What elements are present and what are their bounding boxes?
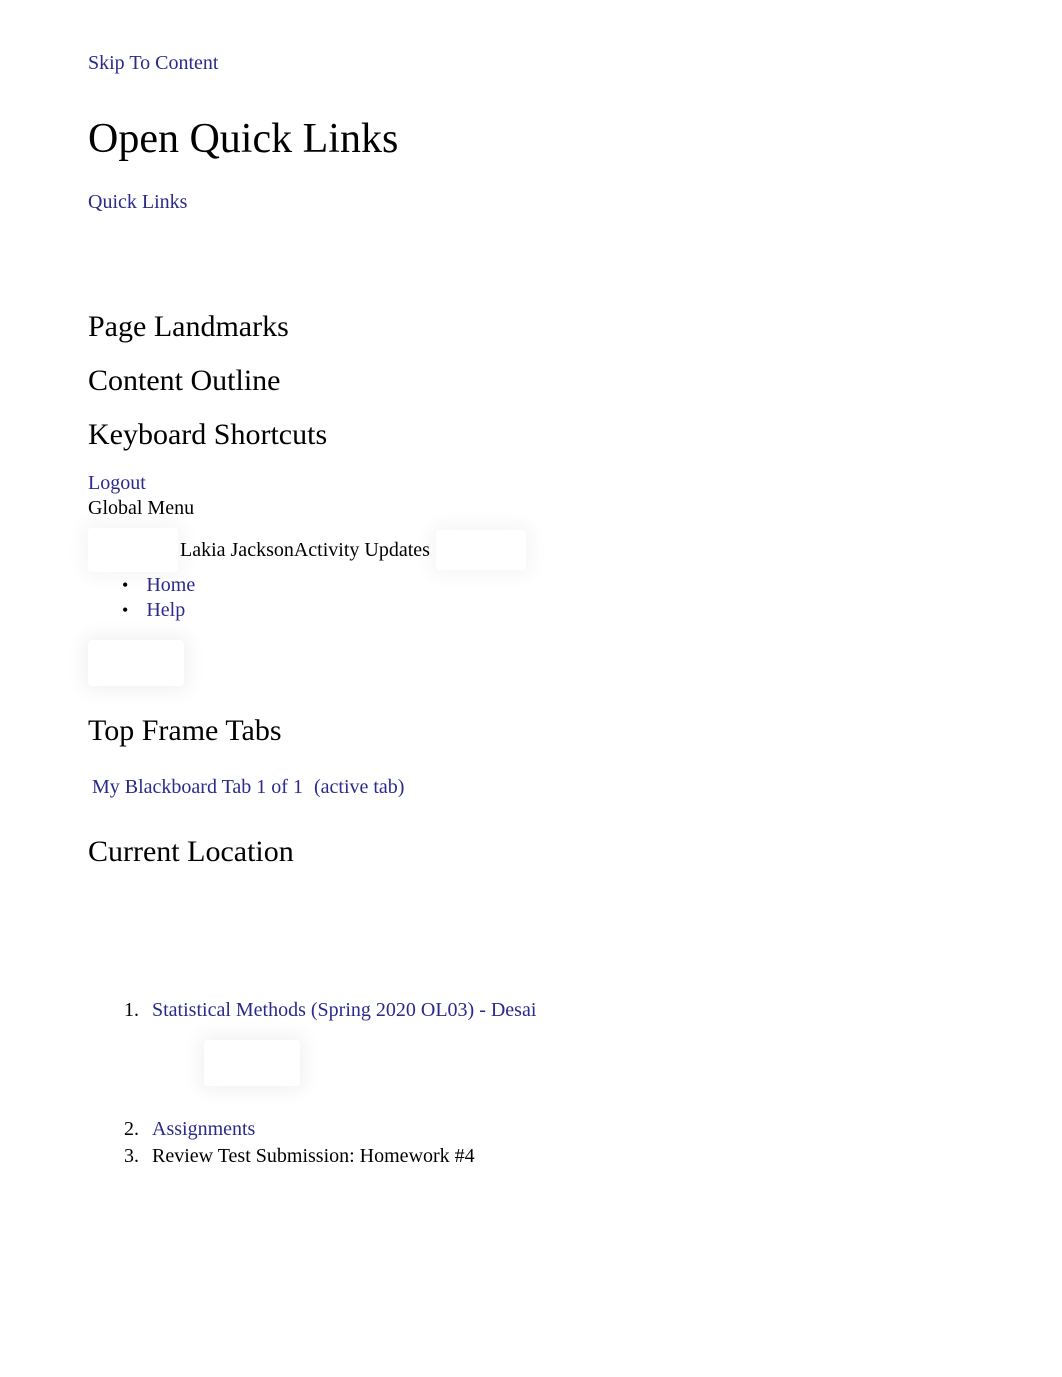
quick-links-link[interactable]: Quick Links — [88, 191, 187, 214]
placeholder-box-nested — [204, 1040, 300, 1086]
breadcrumb-list: Statistical Methods (Spring 2020 OL03) -… — [144, 999, 974, 1168]
current-location-heading: Current Location — [88, 835, 974, 869]
logout-link[interactable]: Logout — [88, 472, 974, 495]
placeholder-box-left — [88, 528, 178, 572]
activity-updates-text: Activity Updates — [294, 539, 430, 562]
assignments-link[interactable]: Assignments — [152, 1118, 255, 1140]
top-frame-tabs-heading: Top Frame Tabs — [88, 714, 974, 748]
breadcrumb-item-course: Statistical Methods (Spring 2020 OL03) -… — [144, 999, 974, 1086]
nav-item-home: Home — [122, 574, 974, 597]
page-landmarks-heading: Page Landmarks — [88, 310, 974, 344]
open-quick-links-heading: Open Quick Links — [88, 115, 974, 163]
keyboard-shortcuts-heading: Keyboard Shortcuts — [88, 418, 974, 452]
global-menu-label: Global Menu — [88, 497, 974, 520]
placeholder-box-right — [436, 530, 526, 570]
skip-to-content-link[interactable]: Skip To Content — [88, 52, 218, 75]
home-link[interactable]: Home — [146, 574, 195, 597]
tab-active-suffix: (active tab) — [314, 776, 405, 798]
placeholder-box-standalone — [88, 640, 184, 686]
review-text: Review Test Submission: Homework #4 — [152, 1145, 475, 1167]
global-menu-row: Lakia Jackson Activity Updates — [88, 528, 974, 572]
course-link[interactable]: Statistical Methods (Spring 2020 OL03) -… — [152, 999, 536, 1021]
breadcrumb-item-assignments: Assignments — [144, 1118, 974, 1141]
nav-item-help: Help — [122, 599, 974, 622]
help-link[interactable]: Help — [146, 599, 185, 622]
content-outline-heading: Content Outline — [88, 364, 974, 398]
nav-bullet-list: Home Help — [122, 574, 974, 622]
tab-label: My Blackboard Tab 1 of 1 — [92, 776, 303, 798]
breadcrumb-item-review: Review Test Submission: Homework #4 — [144, 1145, 974, 1168]
user-name-text: Lakia Jackson — [180, 539, 294, 562]
my-blackboard-tab-link[interactable]: My Blackboard Tab 1 of 1 (active tab) — [92, 776, 404, 799]
